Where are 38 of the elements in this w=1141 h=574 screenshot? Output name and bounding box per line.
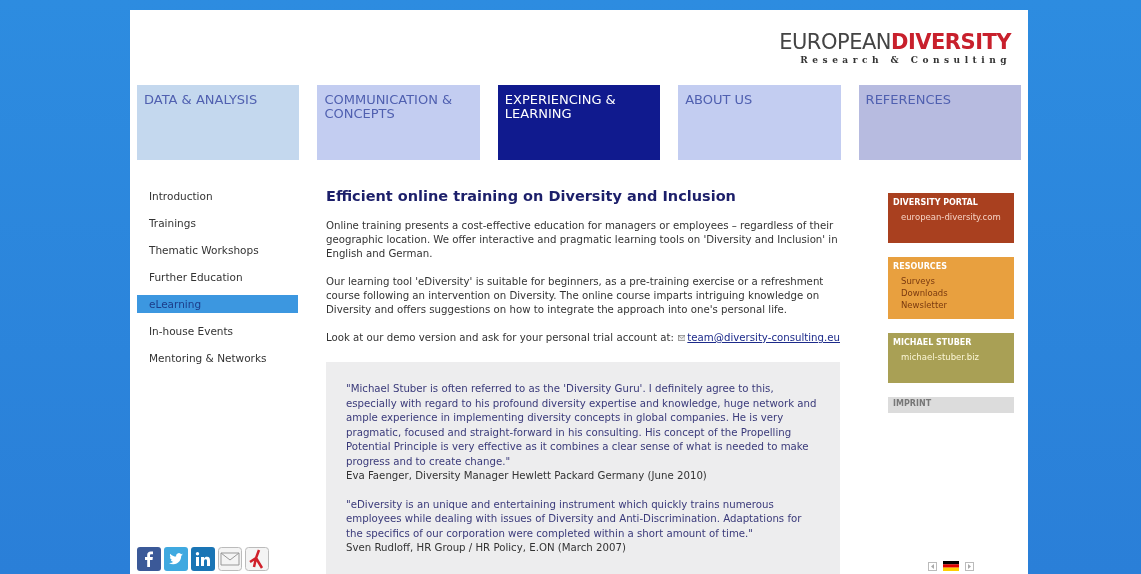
- sidebar-item[interactable]: eLearning: [137, 295, 298, 313]
- box-link[interactable]: michael-stuber.biz: [901, 351, 1001, 363]
- logo-word: DIVERSITY: [891, 30, 1011, 54]
- logo-tagline: Research & Consulting: [800, 54, 1011, 67]
- page-title: Efficient online training on Diversity and Inclusion: [326, 187, 737, 205]
- sidebar-item[interactable]: Introduction: [137, 187, 298, 205]
- email-link[interactable]: team@diversity-consulting.eu: [687, 331, 840, 345]
- sidebar-item[interactable]: Thematic Workshops: [137, 241, 298, 259]
- contact-text: Look at our demo version and ask for your personal trial account at:: [326, 331, 674, 345]
- flag-icon[interactable]: [943, 561, 959, 571]
- box-title: DIVERSITY PORTAL: [893, 197, 979, 209]
- testimonial-author: Eva Faenger, Diversity Manager Hewlett Packard Germany (June 2010): [346, 469, 708, 483]
- box-link[interactable]: Newsletter: [901, 299, 1001, 311]
- body-paragraph: Our learning tool 'eDiversity' is suitable for beginners, as a pre-training exercise or a refreshment course following an intervention on Diversity. The online course imparts intriguing knowledge on Diversity and offers suggestions on how to integrate the approach into one's personal life.: [326, 275, 825, 317]
- box-title: RESOURCES: [893, 261, 948, 273]
- envelope-icon: [677, 334, 686, 342]
- box-title: MICHAEL STUBER: [893, 337, 973, 349]
- nav-tab[interactable]: ABOUT US: [678, 85, 841, 160]
- sidebar-item[interactable]: Mentoring & Networks: [137, 349, 298, 367]
- logo-word: EUROPEAN: [779, 30, 891, 54]
- testimonial-author: Sven Rudloff, HR Group / HR Policy, E.ON (March 2007): [346, 541, 627, 555]
- nav-tab[interactable]: EXPERIENCING & LEARNING: [497, 85, 661, 160]
- linkedin-icon[interactable]: [191, 547, 215, 571]
- testimonial-quote: "Michael Stuber is often referred to as the 'Diversity Guru'. I definitely agree to this, especially with regard to his profound diversity expertise and knowledge, huge network and ample experience in implementing diversity concepts in global companies. He is very pragmatic, focused and straight-forward in his consulting. His concept of the Propelling Potential Principle is very effective as it combines a clear sense of what is needed to make progress and to create change.": [346, 382, 818, 469]
- figure-icon[interactable]: [245, 547, 269, 571]
- box-link[interactable]: european-diversity.com: [901, 211, 1001, 223]
- box-link[interactable]: Downloads: [901, 287, 1001, 299]
- sidebar-item[interactable]: Further Education: [137, 268, 298, 286]
- body-paragraph: Online training presents a cost-effective education for managers or employees – regardless of their geographic location. We offer interactive and pragmatic learning tools on 'Diversity and Inclusion' in English and German.: [326, 219, 839, 261]
- nav-tab[interactable]: COMMUNICATION & CONCEPTS: [317, 85, 480, 160]
- sidebar-item[interactable]: In-house Events: [137, 322, 298, 340]
- sidebar-item[interactable]: Trainings: [137, 214, 298, 232]
- box-link[interactable]: Surveys: [901, 275, 1001, 287]
- facebook-icon[interactable]: [137, 547, 161, 571]
- nav-tab[interactable]: REFERENCES: [858, 85, 1021, 160]
- testimonial-quote: "eDiversity is an unique and entertaining instrument which quickly trains numerous employees while dealing with issues of Diversity and Anti-Discrimination. Adaptations for the specifics of our corporation were completed within a short amount of time.": [346, 497, 803, 541]
- box-title: IMPRINT: [893, 398, 933, 410]
- nav-tab[interactable]: DATA & ANALYSIS: [137, 85, 300, 160]
